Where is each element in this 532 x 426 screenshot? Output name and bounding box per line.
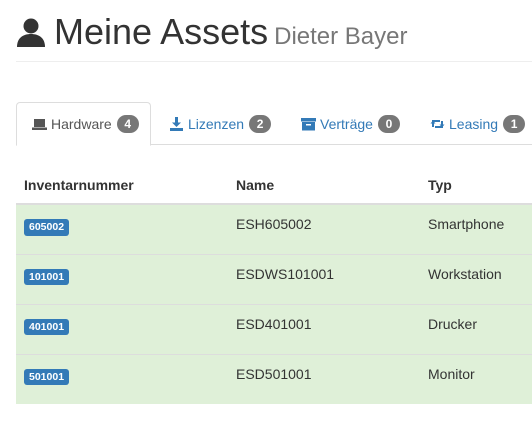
column-header-typ[interactable]: Typ	[420, 167, 532, 205]
tab-lizenzen[interactable]: Lizenzen 2	[169, 102, 272, 145]
name-cell: ESDWS101001	[228, 253, 420, 304]
tab-hardware-label: Hardware	[51, 116, 112, 132]
tab-vertraege-label: Verträge	[320, 115, 373, 132]
page-header: Meine Assets Dieter Bayer	[16, 8, 532, 62]
name-cell: ESD501001	[228, 353, 420, 404]
column-header-inventarnummer[interactable]: Inventarnummer	[16, 167, 228, 205]
inventory-cell: 501001	[16, 353, 228, 404]
type-cell: Monitor	[420, 353, 532, 404]
tab-hardware-badge: 4	[116, 115, 139, 133]
inventory-label[interactable]: 401001	[24, 318, 70, 335]
type-cell: Workstation	[420, 253, 532, 304]
column-header-name[interactable]: Name	[228, 167, 420, 205]
tab-hardware[interactable]: Hardware 4	[16, 102, 151, 146]
name-cell: ESD401001	[228, 303, 420, 354]
asset-tabs: Hardware 4 Lizenzen 2 Verträge 0 Leasing…	[16, 102, 532, 146]
retweet-icon	[430, 119, 445, 128]
user-icon	[17, 18, 45, 47]
type-cell: Smartphone	[420, 203, 532, 254]
page-title-text: Meine Assets	[54, 11, 269, 52]
table-header-row: Inventarnummer Name Typ	[16, 167, 532, 205]
tab-leasing[interactable]: Leasing 1	[430, 102, 526, 145]
page-subtitle: Dieter Bayer	[274, 23, 408, 50]
name-cell: ESH605002	[228, 203, 420, 254]
inventory-cell: 401001	[16, 303, 228, 354]
tab-vertraege[interactable]: Verträge 0	[301, 102, 400, 145]
table-row: 401001 ESD401001 Drucker	[16, 303, 532, 354]
inventory-label[interactable]: 605002	[24, 219, 70, 236]
tab-vertraege-badge: 0	[377, 114, 400, 133]
tab-lizenzen-label: Lizenzen	[188, 115, 245, 132]
hardware-table: Inventarnummer Name Typ 605002 ESH605002…	[16, 167, 532, 404]
archive-icon	[301, 117, 316, 130]
table-row: 501001 ESD501001 Monitor	[16, 353, 532, 404]
tab-lizenzen-badge: 2	[249, 114, 272, 133]
download-icon	[170, 116, 183, 131]
table-row: 605002 ESH605002 Smartphone	[16, 203, 532, 254]
laptop-icon	[32, 119, 47, 130]
page-title: Meine Assets Dieter Bayer	[54, 10, 408, 59]
inventory-cell: 605002	[16, 203, 228, 254]
inventory-label[interactable]: 501001	[24, 368, 70, 385]
type-cell: Drucker	[420, 303, 532, 354]
table-row: 101001 ESDWS101001 Workstation	[16, 253, 532, 304]
tab-leasing-label: Leasing	[449, 115, 499, 132]
inventory-cell: 101001	[16, 253, 228, 304]
inventory-label[interactable]: 101001	[24, 268, 70, 285]
tab-leasing-badge: 1	[503, 114, 526, 133]
